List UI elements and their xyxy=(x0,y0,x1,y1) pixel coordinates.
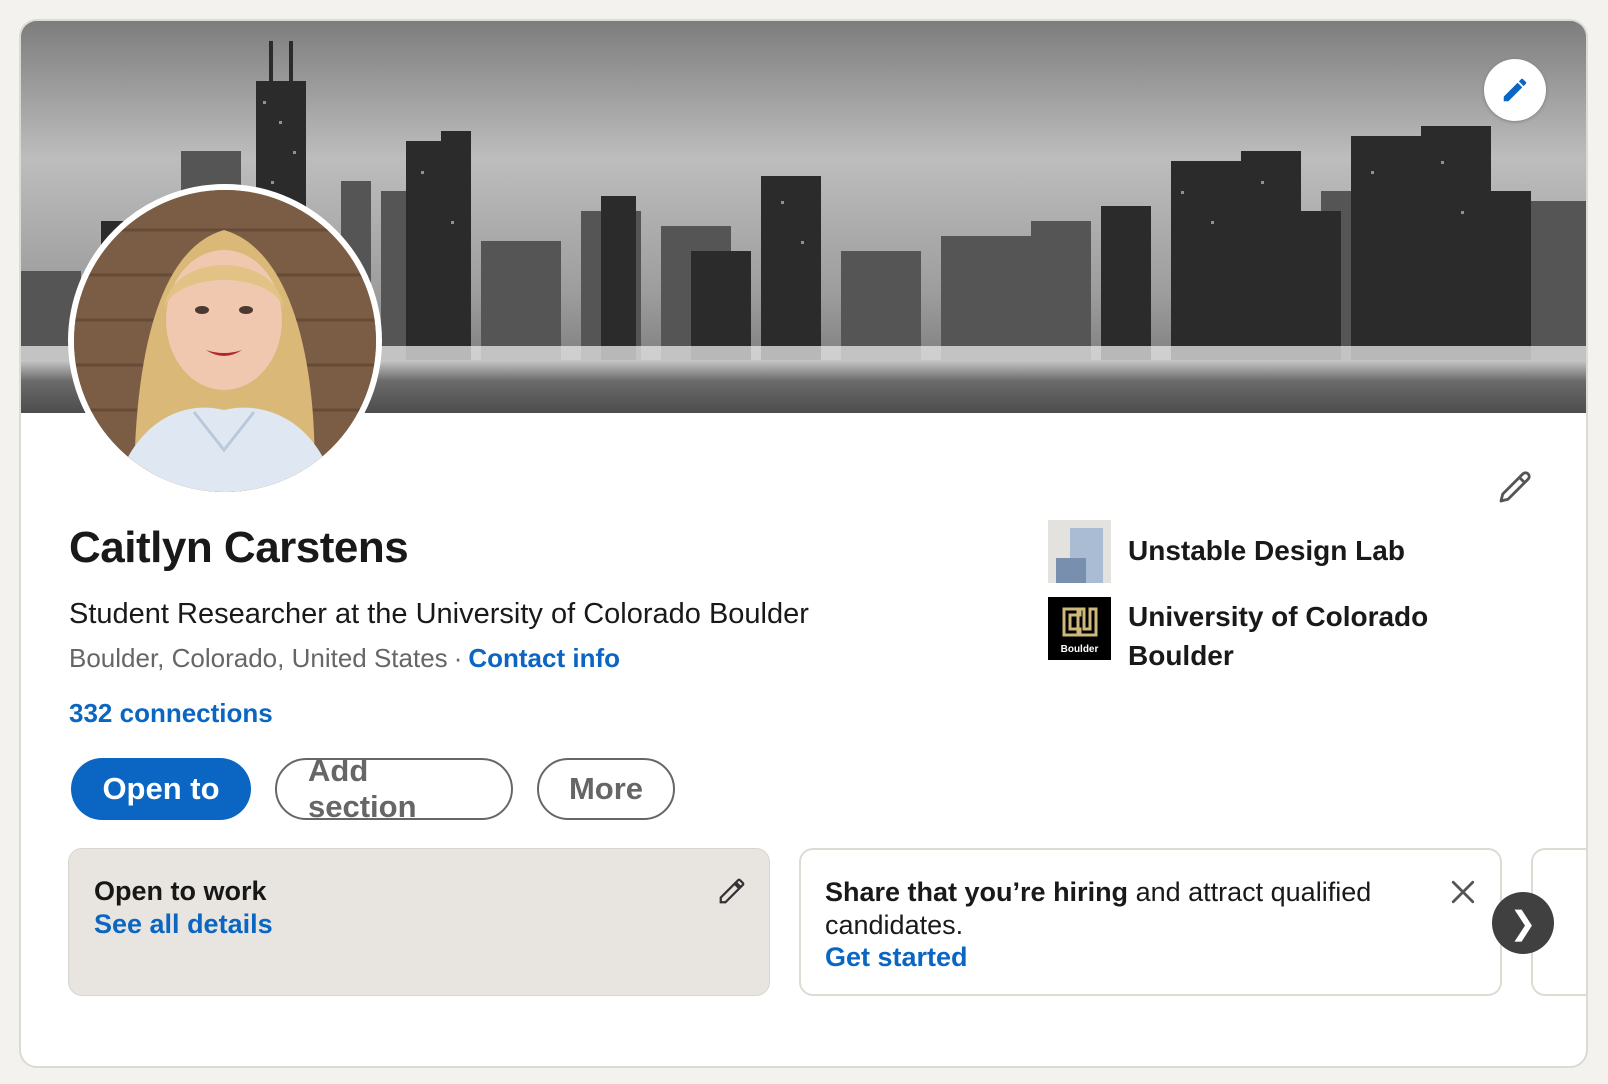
org-name: University of Colorado Boulder xyxy=(1128,601,1429,671)
hiring-text: Share that you’re hiring and attract qua… xyxy=(825,876,1425,942)
profile-actions: Open to Add section More xyxy=(71,753,675,824)
unstable-design-lab-logo xyxy=(1048,520,1111,583)
profile-photo[interactable] xyxy=(68,184,382,498)
pencil-icon xyxy=(719,878,745,904)
separator-dot: · xyxy=(453,643,463,673)
connections-link[interactable]: 332 connections xyxy=(69,698,273,729)
close-icon xyxy=(1451,880,1475,904)
cu-logo-text: Boulder xyxy=(1061,644,1099,655)
open-to-button[interactable]: Open to xyxy=(71,758,251,820)
pencil-icon xyxy=(1503,78,1527,102)
profile-name: Caitlyn Carstens xyxy=(69,523,409,572)
contact-info-link[interactable]: Contact info xyxy=(468,643,620,673)
profile-location: Boulder, Colorado, United States xyxy=(69,643,448,673)
edit-intro-button[interactable] xyxy=(1489,461,1541,513)
edit-banner-button[interactable] xyxy=(1484,59,1546,121)
dismiss-hiring-button[interactable] xyxy=(1443,872,1483,912)
location-line: Boulder, Colorado, United States · Contact… xyxy=(69,643,620,674)
get-started-link[interactable]: Get started xyxy=(825,942,968,973)
add-section-button[interactable]: Add section xyxy=(275,753,513,824)
more-button[interactable]: More xyxy=(537,758,675,820)
pencil-icon xyxy=(1499,471,1531,503)
open-to-work-card: Open to work See all details xyxy=(68,848,770,996)
hiring-card: Share that you’re hiring and attract qua… xyxy=(799,848,1502,996)
edit-open-to-work-button[interactable] xyxy=(712,871,752,911)
cu-boulder-logo: Boulder xyxy=(1048,597,1111,660)
carousel-next-button[interactable]: ❯ xyxy=(1492,892,1554,954)
profile-headline: Student Researcher at the University of … xyxy=(69,598,809,630)
profile-card: Caitlyn Carstens Student Researcher at t… xyxy=(19,19,1588,1068)
hiring-text-bold: Share that you’re hiring xyxy=(825,877,1129,907)
chevron-right-icon: ❯ xyxy=(1509,904,1537,942)
open-to-work-title: Open to work xyxy=(94,876,267,906)
org-item-unstable-design-lab[interactable]: Unstable Design Lab xyxy=(1048,520,1458,583)
org-item-cu-boulder[interactable]: Boulder University of Colorado Boulder xyxy=(1048,597,1458,675)
avatar-image xyxy=(74,190,376,492)
org-name: Unstable Design Lab xyxy=(1128,535,1405,566)
see-all-details-link[interactable]: See all details xyxy=(94,909,273,940)
